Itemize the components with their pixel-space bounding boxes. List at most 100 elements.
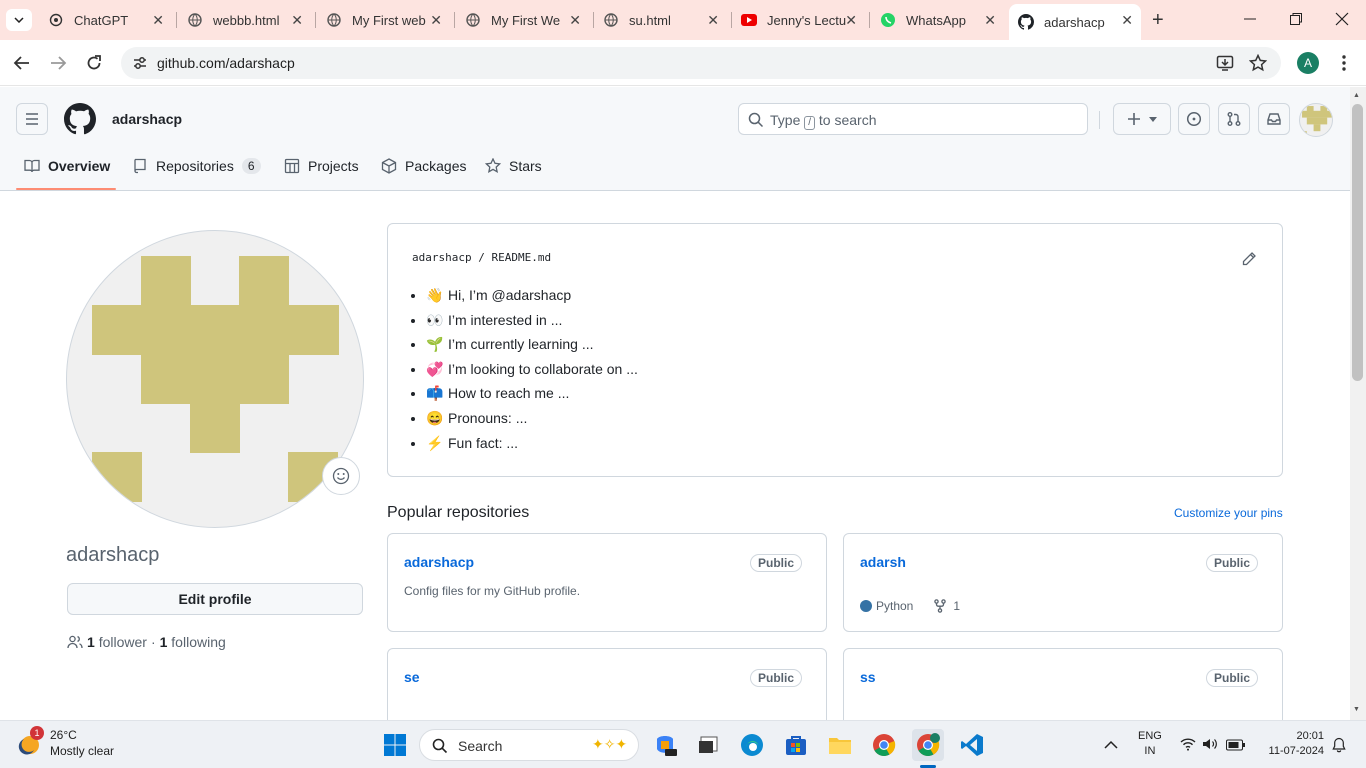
wifi-icon[interactable] <box>1180 737 1196 756</box>
readme-file-link[interactable]: README.md <box>491 251 551 264</box>
vscode-icon[interactable] <box>956 729 988 761</box>
clock[interactable]: 20:01 11-07-2024 <box>1258 729 1324 759</box>
chrome-icon[interactable] <box>868 729 900 761</box>
site-info-icon[interactable] <box>132 55 148 76</box>
reload-button[interactable] <box>85 54 103 77</box>
close-icon[interactable]: ✕ <box>291 12 303 29</box>
address-bar[interactable]: github.com/adarshacp <box>121 47 1281 79</box>
scroll-up-arrow[interactable]: ▲ <box>1353 92 1360 99</box>
header-username-link[interactable]: adarshacp <box>112 111 182 127</box>
followers-link[interactable]: 1 follower <box>87 634 147 650</box>
tab-projects[interactable]: Projects <box>284 158 359 174</box>
weather-widget[interactable]: 1 26°C Mostly clear <box>16 726 114 759</box>
set-status-button[interactable] <box>322 457 360 495</box>
close-icon[interactable]: ✕ <box>152 12 164 29</box>
list-item-text: Fun fact: ... <box>448 434 519 451</box>
install-app-icon[interactable] <box>1216 54 1234 77</box>
back-button[interactable] <box>13 54 31 77</box>
search-input[interactable]: Type / to search <box>738 103 1088 135</box>
tab-my-first-we[interactable]: My First We ✕ <box>465 6 589 34</box>
repo-card: ss Public <box>843 648 1283 728</box>
file-explorer-icon[interactable] <box>824 729 856 761</box>
chrome-profile-active-icon[interactable] <box>912 729 944 761</box>
tab-packages[interactable]: Packages <box>381 158 466 174</box>
tab-webbb[interactable]: webbb.html ✕ <box>187 6 311 34</box>
microsoft-store-icon[interactable] <box>780 729 812 761</box>
scrollbar-thumb[interactable] <box>1352 104 1363 381</box>
tab-adarshacp-active[interactable]: adarshacp ✕ <box>1009 4 1141 40</box>
edit-readme-button[interactable] <box>1241 251 1257 272</box>
repo-name-link[interactable]: adarshacp <box>404 554 474 570</box>
profile-avatar[interactable] <box>66 230 364 528</box>
tab-whatsapp[interactable]: WhatsApp ✕ <box>880 6 1004 34</box>
close-window-button[interactable] <box>1335 12 1349 31</box>
forks-link[interactable]: 1 <box>933 599 960 613</box>
customize-pins-link[interactable]: Customize your pins <box>1174 506 1283 520</box>
notifications-button[interactable] <box>1332 737 1346 758</box>
language-color-dot <box>860 600 872 612</box>
list-item-text: How to reach me ... <box>448 385 570 402</box>
bookmark-star-icon[interactable] <box>1248 53 1268 77</box>
tab-repositories[interactable]: Repositories 6 <box>132 158 261 174</box>
close-icon[interactable]: ✕ <box>707 12 719 29</box>
hamburger-menu-button[interactable] <box>16 103 48 135</box>
tab-my-first-web[interactable]: My First web ✕ <box>326 6 450 34</box>
readme-owner-link[interactable]: adarshacp <box>412 251 472 264</box>
battery-icon[interactable] <box>1226 738 1246 756</box>
following-link[interactable]: 1 following <box>160 634 226 650</box>
github-logo[interactable] <box>64 103 97 140</box>
taskbar-search-box[interactable]: Search ✦✧✦ <box>419 729 639 761</box>
close-icon[interactable]: ✕ <box>569 12 581 29</box>
repositories-count-badge: 6 <box>241 158 261 174</box>
close-icon[interactable]: ✕ <box>845 12 857 29</box>
tab-packages-label: Packages <box>405 158 467 174</box>
close-icon[interactable]: ✕ <box>984 12 996 29</box>
reload-icon <box>87 55 101 70</box>
language-indicator[interactable]: ENG IN <box>1138 729 1162 759</box>
weather-icon: 1 <box>16 726 44 756</box>
tab-chatgpt[interactable]: ChatGPT ✕ <box>48 6 172 34</box>
show-hidden-icons-button[interactable] <box>1104 737 1118 755</box>
pull-requests-button[interactable] <box>1218 103 1250 135</box>
inbox-button[interactable] <box>1258 103 1290 135</box>
volume-icon[interactable] <box>1202 737 1218 756</box>
tab-overview[interactable]: Overview <box>24 158 110 174</box>
edit-profile-button[interactable]: Edit profile <box>67 583 363 615</box>
start-button[interactable] <box>379 729 411 761</box>
tab-separator <box>593 12 594 28</box>
task-view-icon[interactable] <box>693 729 725 761</box>
browser-menu-button[interactable] <box>1336 54 1352 77</box>
close-icon[interactable]: ✕ <box>430 12 442 29</box>
sparkle-icon: ✦✧✦ <box>592 736 628 752</box>
minimize-button[interactable] <box>1243 12 1257 31</box>
new-tab-button[interactable]: + <box>1152 10 1164 30</box>
following-count: 1 <box>159 634 168 650</box>
emoji: 👋 <box>426 287 444 303</box>
globe-icon <box>465 12 481 28</box>
issue-opened-icon <box>1186 111 1202 127</box>
repo-name-link[interactable]: ss <box>860 669 876 685</box>
github-header: adarshacp Type / to search Overview Repo… <box>0 87 1350 191</box>
repo-description: Config files for my GitHub profile. <box>404 584 581 598</box>
tab-search-button[interactable] <box>6 9 32 31</box>
tab-su[interactable]: su.html ✕ <box>603 6 727 34</box>
close-icon[interactable]: ✕ <box>1121 12 1133 29</box>
restore-button[interactable] <box>1289 12 1303 31</box>
edge-icon[interactable] <box>736 729 768 761</box>
copilot-app-icon[interactable] <box>649 729 681 761</box>
list-item-text: Hi, I’m @adarshacp <box>448 287 572 303</box>
user-avatar-button[interactable] <box>1299 103 1333 137</box>
issues-button[interactable] <box>1178 103 1210 135</box>
tab-title: Jenny's Lectu <box>767 12 847 28</box>
github-icon <box>1018 14 1034 30</box>
browser-profile-avatar[interactable]: A <box>1297 52 1319 74</box>
browser-toolbar: github.com/adarshacp A <box>0 40 1366 86</box>
forward-button[interactable] <box>49 54 67 77</box>
repo-name-link[interactable]: se <box>404 669 420 685</box>
tab-stars[interactable]: Stars <box>485 158 542 174</box>
tab-jennys-lectures[interactable]: Jenny's Lectu ✕ <box>741 6 865 34</box>
repo-name-link[interactable]: adarsh <box>860 554 906 570</box>
repo-language: Python <box>876 599 914 613</box>
create-new-button[interactable] <box>1113 103 1171 135</box>
scroll-down-arrow[interactable]: ▼ <box>1353 706 1360 713</box>
